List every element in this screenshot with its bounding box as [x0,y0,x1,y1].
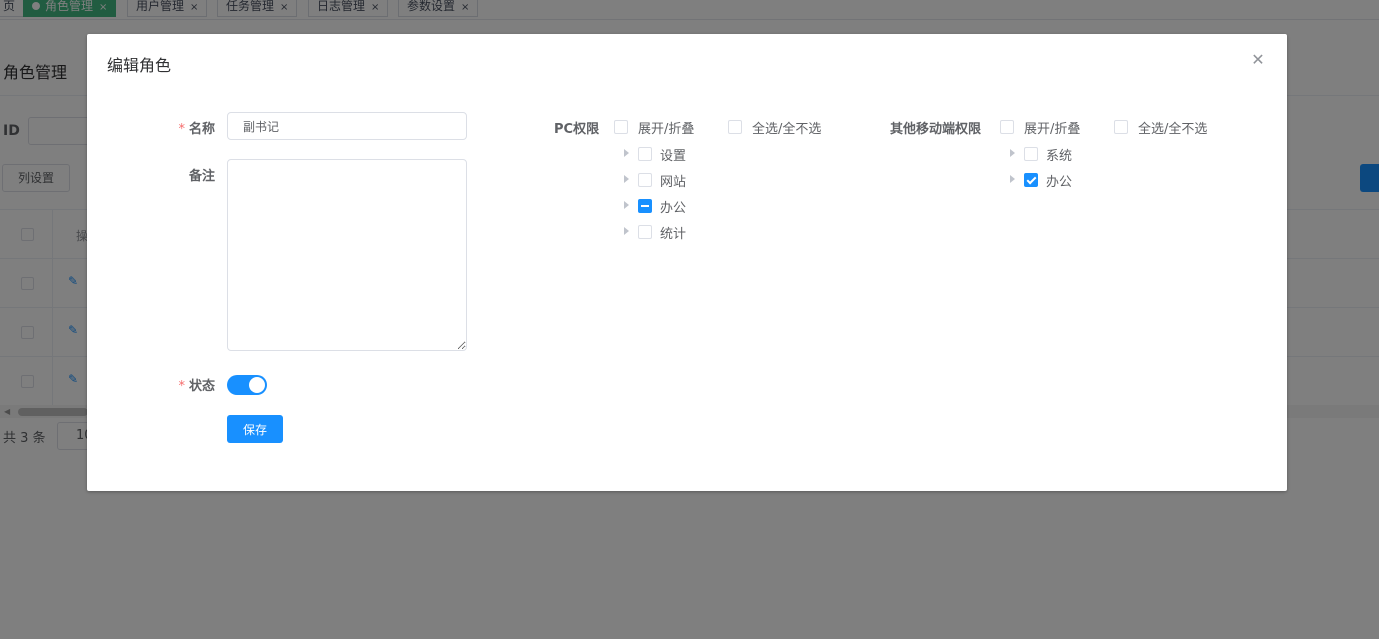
dialog-title: 编辑角色 [107,56,172,75]
close-icon[interactable]: ✕ [1250,52,1266,68]
tree-checkbox-stats[interactable] [638,225,652,239]
edit-role-dialog: 编辑角色 ✕ *名称 备注 *状态 保存 PC权限 展开/折叠 全选/全不选 设… [87,34,1287,491]
mobile-permission-label: 其他移动端权限 [890,122,982,137]
tree-node-label[interactable]: 办公 [1046,171,1072,190]
pc-expand-label[interactable]: 展开/折叠 [638,118,694,137]
pc-select-all-checkbox[interactable] [728,120,742,134]
status-label: * 状态 [178,379,215,394]
save-button[interactable]: 保存 [227,415,283,443]
pc-permission-label: PC权限 [554,122,600,137]
caret-right-icon[interactable] [1010,149,1015,157]
remark-textarea[interactable] [227,159,467,351]
tree-node-label[interactable]: 设置 [660,145,686,164]
pc-select-all-label[interactable]: 全选/全不选 [752,118,821,137]
mobile-select-all-checkbox[interactable] [1114,120,1128,134]
mobile-expand-checkbox[interactable] [1000,120,1014,134]
tree-checkbox-website[interactable] [638,173,652,187]
caret-right-icon[interactable] [624,149,629,157]
name-label: * 名称 [178,122,215,137]
tree-node-label[interactable]: 办公 [660,197,686,216]
required-mark: * [178,122,185,137]
caret-right-icon[interactable] [624,227,629,235]
caret-right-icon[interactable] [624,175,629,183]
tree-node-label[interactable]: 统计 [660,223,686,242]
tree-checkbox-office[interactable] [1024,173,1038,187]
caret-right-icon[interactable] [1010,175,1015,183]
name-input[interactable] [227,112,467,140]
mobile-select-all-label[interactable]: 全选/全不选 [1138,118,1207,137]
switch-knob [249,377,265,393]
tree-checkbox-office[interactable] [638,199,652,213]
tree-checkbox-system[interactable] [1024,147,1038,161]
status-switch[interactable] [227,375,267,395]
caret-right-icon[interactable] [624,201,629,209]
tree-node-label[interactable]: 系统 [1046,145,1072,164]
remark-label: 备注 [188,169,215,184]
pc-expand-checkbox[interactable] [614,120,628,134]
mobile-expand-label[interactable]: 展开/折叠 [1024,118,1080,137]
required-mark: * [178,379,185,394]
tree-node-label[interactable]: 网站 [660,171,686,190]
tree-checkbox-settings[interactable] [638,147,652,161]
